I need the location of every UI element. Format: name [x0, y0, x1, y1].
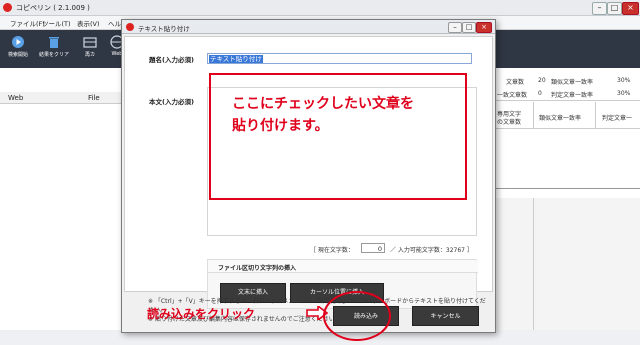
start-search-button[interactable]: 検索開始 [2, 32, 34, 66]
trash-icon [49, 37, 59, 48]
rt-cell: 20 [538, 77, 546, 84]
rt-header: 判定文章一 [602, 115, 633, 122]
annotation-line-2: 貼り付けます。 [232, 118, 329, 134]
dialog-maximize-button[interactable]: □ [462, 22, 476, 33]
divider [493, 128, 640, 129]
menu-view[interactable]: 表示(V) [77, 18, 100, 28]
list-header: Web File [0, 92, 125, 104]
dialog-logo-icon [126, 23, 134, 31]
body-label: 本文(入力必須) [149, 98, 194, 106]
toolbar: 検索開始 結果をクリア 再カ Web [0, 30, 130, 68]
rt-cell: 30% [617, 77, 631, 84]
max-count-label: ／ 入力可能文字数：32767 ］ [390, 247, 473, 254]
clear-results-label: 結果をクリア [38, 52, 69, 58]
annotation-ellipse [323, 291, 391, 341]
dialog-close-button[interactable]: × [476, 22, 492, 33]
app-title-bar: コピペリン ( 2.1.009 ) – □ × [0, 0, 640, 16]
name-label: 題名(入力必須) [149, 56, 194, 64]
name-input-value: テキスト貼り付け [209, 55, 263, 63]
dialog-title: テキスト貼り付け [138, 25, 190, 33]
divider [493, 100, 640, 101]
output-label: 再カ [84, 52, 95, 58]
rt-header: の文章数 [497, 119, 522, 126]
preview-panel [493, 198, 640, 330]
rt-cell: 判定文章一致率 [551, 92, 594, 99]
col-web[interactable]: Web [8, 94, 23, 102]
divider [595, 102, 596, 128]
char-count-row: ［ 現在文字数： 0 ／ 入力可能文字数：32767 ］ [207, 243, 477, 256]
annotation-read-label: 読み込みをクリック [147, 307, 256, 321]
annotation-line-1: ここにチェックしたい文章を [232, 96, 414, 112]
divider [533, 102, 534, 128]
separator-title: ファイル区切り文字列の挿入 [218, 265, 297, 272]
rt-cell: 文章数 [506, 79, 525, 86]
separator-title-bar: ファイル区切り文字列の挿入 [208, 260, 478, 273]
menu-file[interactable]: ファイル(F) [10, 18, 45, 28]
clear-results-button[interactable]: 結果をクリア [38, 32, 70, 66]
minimize-button[interactable]: – [592, 2, 607, 15]
rt-cell: 類似文章一致率 [551, 79, 594, 86]
menu-tool[interactable]: ツール(T) [42, 18, 71, 28]
output-button[interactable]: 再カ [74, 32, 106, 66]
results-table: 文章数 20 類似文章一致率 30% 一致文章数 0 判定文章一致率 30% 専… [493, 68, 640, 198]
rt-header: 類似文章一致率 [539, 115, 582, 122]
dialog-minimize-button[interactable]: – [448, 22, 462, 33]
cancel-button[interactable]: キャンセル [412, 306, 479, 326]
rt-cell: 一致文章数 [497, 92, 528, 99]
rt-cell: 30% [617, 90, 631, 97]
close-button[interactable]: × [622, 2, 639, 15]
col-file[interactable]: File [88, 94, 100, 102]
dialog-title-bar: テキスト貼り付け – □ × [122, 20, 495, 34]
app-logo-icon [3, 3, 12, 12]
annotation-instruction: ここにチェックしたい文章を 貼り付けます。 [232, 93, 462, 137]
current-count-label: ［ 現在文字数： [310, 247, 354, 254]
app-title: コピペリン ( 2.1.009 ) [16, 4, 90, 12]
rt-cell: 0 [538, 90, 542, 97]
start-search-label: 検索開始 [7, 52, 28, 58]
divider [493, 188, 640, 189]
divider [533, 198, 534, 330]
database-icon [83, 37, 97, 48]
maximize-button[interactable]: □ [607, 2, 622, 15]
name-input[interactable]: テキスト貼り付け [207, 53, 472, 64]
current-count-field: 0 [361, 243, 385, 253]
play-icon [12, 36, 24, 48]
toolbar-right [493, 30, 640, 68]
